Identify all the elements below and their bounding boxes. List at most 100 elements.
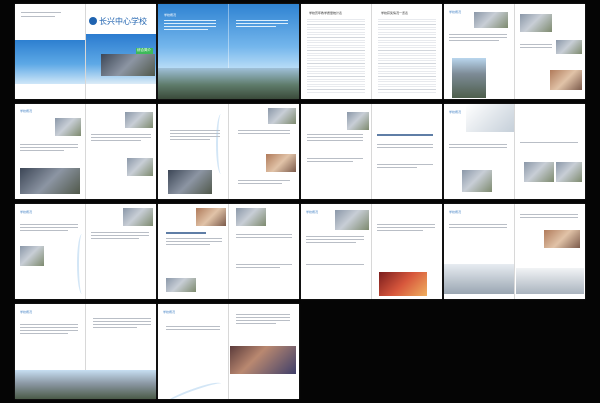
section-bar <box>166 232 206 234</box>
text-line <box>236 20 288 21</box>
photo-event <box>266 154 296 172</box>
section-tag: 学校概况 <box>306 210 319 214</box>
text-line <box>164 20 216 21</box>
text-line <box>166 326 220 327</box>
text-line <box>170 139 210 140</box>
spread-intro: 学校概况 <box>158 4 299 99</box>
text-line <box>449 144 507 145</box>
text-line <box>306 236 364 237</box>
text-line <box>449 40 499 41</box>
decor-wave <box>77 234 87 294</box>
text-line <box>93 318 151 319</box>
photo-hallway <box>444 264 514 294</box>
data-table <box>378 17 436 93</box>
spread-page-10 <box>158 204 299 299</box>
text-line <box>306 242 356 243</box>
text-line <box>306 239 364 240</box>
photo-computer-class <box>462 170 492 192</box>
text-line <box>377 227 435 228</box>
text-line <box>166 329 220 330</box>
text-line <box>236 237 292 238</box>
section-tag: 学校概况 <box>449 10 462 14</box>
text-line <box>238 133 290 134</box>
text-line <box>20 147 78 148</box>
cover-title: 长兴中心学校 <box>99 17 147 26</box>
cover-subtitle: 综合简介 <box>137 48 151 52</box>
section-bar <box>377 134 433 136</box>
section-tag: 学校概况 <box>163 310 176 314</box>
text-line <box>307 134 363 135</box>
text-line <box>21 12 61 13</box>
text-line <box>449 224 507 225</box>
spread-page-9: 学校概况 <box>15 204 156 299</box>
spread-page-8: 学校概况 <box>444 104 585 199</box>
text-line <box>520 44 552 45</box>
text-line <box>377 167 417 168</box>
photo-campus <box>101 54 155 76</box>
section-tag: 学校概况 <box>20 210 33 214</box>
spread-page-7 <box>301 104 442 199</box>
photo-assembly <box>230 346 296 374</box>
text-line <box>236 323 276 324</box>
photo-building <box>452 58 486 98</box>
text-line <box>20 144 78 145</box>
text-line <box>307 137 363 138</box>
photo-activity <box>550 70 582 90</box>
spread-page-6 <box>158 104 299 199</box>
text-line <box>238 183 282 184</box>
photo-awards <box>544 230 580 248</box>
text-line <box>236 26 276 27</box>
spine <box>371 204 372 299</box>
photo-performance <box>123 208 153 226</box>
text-line <box>166 244 210 245</box>
text-line <box>20 230 68 231</box>
photo-classroom <box>474 12 508 28</box>
text-line <box>449 34 507 35</box>
spine <box>228 204 229 299</box>
table-title: 学校获奖情况一览表 <box>381 11 409 15</box>
photo-lecture <box>335 210 369 230</box>
photo-meeting <box>125 112 153 128</box>
photo-ceremony <box>196 208 226 226</box>
section-tag: 学校概况 <box>164 13 177 17</box>
section-tag: 学校概况 <box>20 310 33 314</box>
text-line <box>91 235 149 236</box>
spread-page-11: 学校概况 <box>301 204 442 299</box>
spine <box>85 104 86 199</box>
text-line <box>91 232 149 233</box>
text-line <box>377 164 433 165</box>
text-line <box>91 137 151 138</box>
section-tag: 学校概况 <box>20 109 33 113</box>
text-line <box>20 327 78 328</box>
text-line <box>236 314 290 315</box>
text-line <box>170 133 220 134</box>
photo-computer-room <box>20 168 80 194</box>
text-line <box>307 161 353 162</box>
photo-library-2 <box>556 162 582 182</box>
text-line <box>91 140 141 141</box>
spine <box>514 104 515 199</box>
text-line <box>164 26 216 27</box>
section-tag: 学校概况 <box>449 110 462 114</box>
spine <box>514 204 515 299</box>
text-line <box>20 330 78 331</box>
photo-campus-view <box>168 170 212 194</box>
spine <box>514 4 515 99</box>
spread-page-13: 学校概况 <box>15 304 156 399</box>
text-line <box>520 217 578 218</box>
text-line <box>377 224 435 225</box>
text-line <box>170 136 220 137</box>
text-line <box>236 320 290 321</box>
photo-lab <box>55 118 81 136</box>
text-line <box>236 264 292 265</box>
text-line <box>377 230 423 231</box>
photo-students-group <box>236 208 266 226</box>
photo-corridor <box>516 268 584 294</box>
text-line <box>307 158 363 159</box>
text-line <box>164 23 216 24</box>
decor-wave <box>216 114 226 174</box>
photo-playground <box>20 246 44 266</box>
section-tag: 学校概况 <box>449 210 462 214</box>
text-line <box>20 324 78 325</box>
photo-class <box>347 112 369 130</box>
